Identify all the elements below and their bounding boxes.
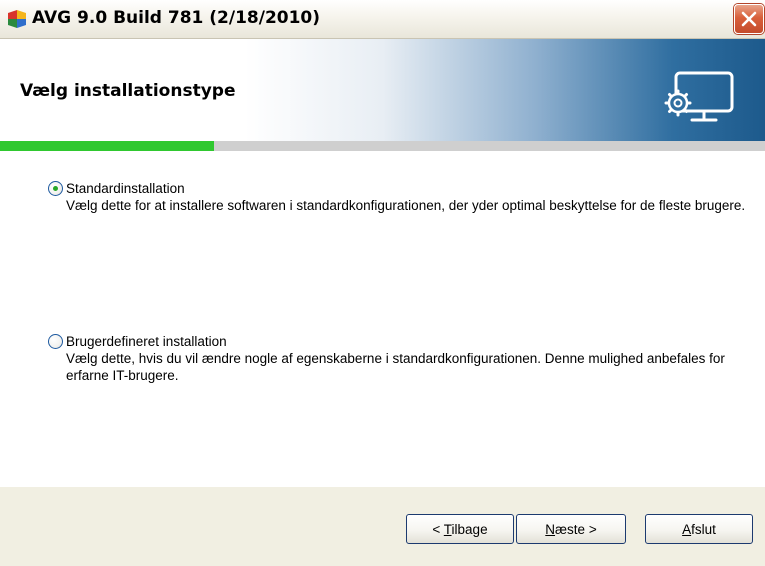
- next-mnemonic: N: [545, 522, 556, 537]
- custom-description: Vælg dette, hvis du vil ændre nogle af e…: [66, 351, 725, 383]
- next-label: æste: [555, 522, 586, 537]
- progress-fill: [0, 141, 215, 151]
- title-bar[interactable]: AVG 9.0 Build 781 (2/18/2010): [0, 0, 765, 39]
- close-button[interactable]: [734, 4, 764, 34]
- next-button[interactable]: Næste >: [516, 514, 626, 544]
- standard-description: Vælg dette for at installere softwaren i…: [66, 198, 746, 213]
- standard-label[interactable]: Standardinstallation: [66, 180, 185, 197]
- back-prefix: <: [432, 522, 444, 537]
- custom-radio[interactable]: [48, 334, 63, 349]
- next-suffix: >: [585, 522, 597, 537]
- header-banner: Vælg installationstype: [0, 39, 765, 141]
- back-button[interactable]: < Tilbage: [406, 514, 514, 544]
- cancel-mnemonic: A: [682, 522, 692, 537]
- back-label: ilbage: [451, 522, 488, 537]
- window-title: AVG 9.0 Build 781 (2/18/2010): [32, 8, 321, 28]
- avg-logo-icon: [8, 10, 26, 28]
- back-mnemonic: T: [443, 522, 452, 537]
- page-title: Vælg installationstype: [20, 81, 236, 101]
- custom-label[interactable]: Brugerdefineret installation: [66, 333, 227, 350]
- standard-radio[interactable]: [48, 181, 63, 196]
- close-icon: [741, 11, 757, 27]
- footer-bar: < Tilbage Næste > Afslut: [0, 487, 765, 566]
- installer-window: AVG 9.0 Build 781 (2/18/2010) Vælg insta…: [0, 0, 765, 566]
- install-progress-bar: [0, 141, 765, 151]
- cancel-button[interactable]: Afslut: [645, 514, 753, 544]
- monitor-gear-icon: [664, 71, 734, 122]
- cancel-label: fslut: [691, 522, 716, 537]
